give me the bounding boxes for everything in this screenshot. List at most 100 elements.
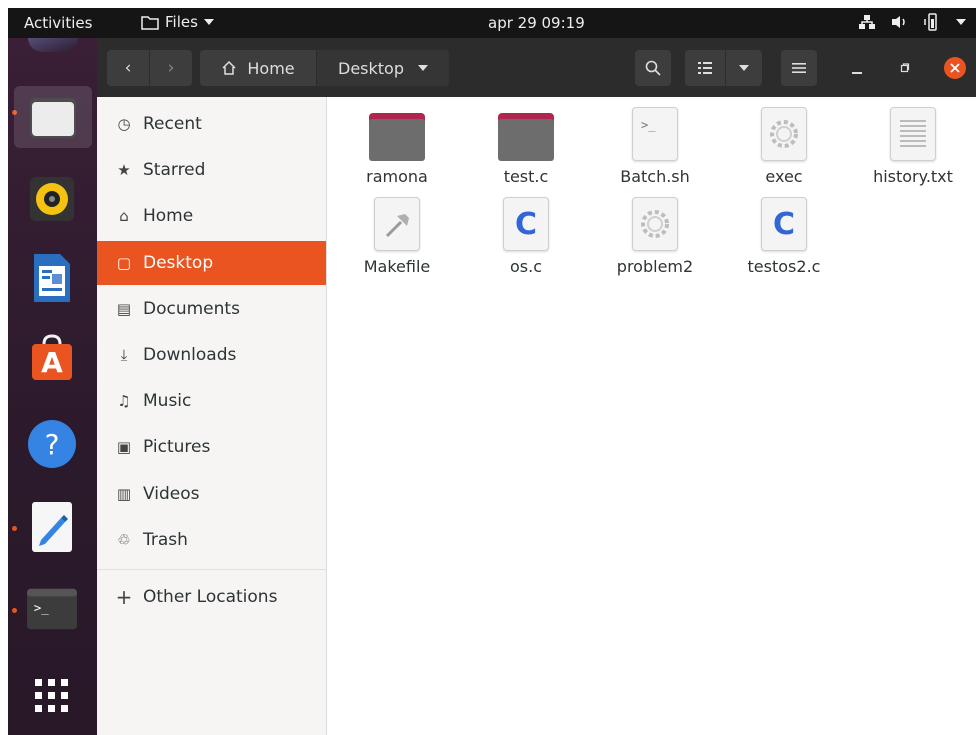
app-grid-icon <box>35 679 68 712</box>
dock-files[interactable] <box>14 86 92 148</box>
rhythmbox-icon <box>30 177 74 221</box>
dock-terminal[interactable]: >_ <box>26 583 78 635</box>
dock-help[interactable]: ? <box>26 418 78 470</box>
sidebar-item-other-locations[interactable]: + Other Locations <box>97 575 326 619</box>
text-file-icon <box>890 107 936 161</box>
sidebar-item-label: Home <box>143 206 194 226</box>
file-name: Batch.sh <box>620 167 690 186</box>
sidebar-item-label: Desktop <box>143 253 214 273</box>
chevron-down-icon <box>739 65 749 71</box>
file-name: test.c <box>503 167 549 186</box>
sidebar-item-downloads[interactable]: ⤓ Downloads <box>97 333 326 377</box>
clock-icon: ◷ <box>117 115 131 133</box>
sidebar-item-starred[interactable]: ★ Starred <box>97 148 326 192</box>
sidebar-item-label: Recent <box>143 114 202 134</box>
folder-icon <box>498 113 554 161</box>
home-icon <box>222 60 236 75</box>
files-app-icon <box>30 98 76 138</box>
chevron-left-icon: ‹ <box>124 58 132 78</box>
back-button[interactable]: ‹ <box>107 50 149 86</box>
activities-button[interactable]: Activities <box>24 14 92 32</box>
dock-rhythmbox[interactable] <box>26 173 78 225</box>
script-file-icon: >_ <box>632 107 678 161</box>
file-item[interactable]: Makefile <box>342 195 452 276</box>
sidebar-item-label: Downloads <box>143 345 237 365</box>
sidebar-item-desktop[interactable]: ▢ Desktop <box>97 241 326 285</box>
trash-icon: ♲ <box>117 531 131 549</box>
writer-icon <box>34 254 70 302</box>
path-home-button[interactable]: Home <box>200 50 316 86</box>
file-item[interactable]: C testos2.c <box>729 195 839 276</box>
file-view[interactable]: ramona test.c >_ Batch.sh exec history.t… <box>327 97 976 735</box>
view-options-button[interactable] <box>726 50 762 86</box>
app-menu[interactable]: Files <box>141 13 214 31</box>
restore-button[interactable] <box>887 50 923 86</box>
close-button[interactable] <box>938 50 972 86</box>
sidebar-divider <box>97 569 326 570</box>
file-item[interactable]: ramona <box>342 105 452 186</box>
path-home-label: Home <box>247 58 295 78</box>
document-icon: ▤ <box>116 300 132 318</box>
c-source-icon: C <box>503 197 549 251</box>
terminal-icon: >_ <box>26 588 78 630</box>
file-name: history.txt <box>873 167 953 186</box>
restore-icon <box>900 63 910 73</box>
music-icon: ♫ <box>117 392 131 410</box>
sidebar-item-recent[interactable]: ◷ Recent <box>97 102 326 146</box>
c-source-icon: C <box>761 197 807 251</box>
file-item[interactable]: test.c <box>471 105 581 186</box>
file-item[interactable]: >_ Batch.sh <box>600 105 710 186</box>
sidebar-item-documents[interactable]: ▤ Documents <box>97 287 326 331</box>
sidebar-item-label: Pictures <box>143 437 211 457</box>
sidebar-item-videos[interactable]: ▥ Videos <box>97 472 326 516</box>
dock-writer[interactable] <box>26 252 78 304</box>
chevron-down-icon <box>956 19 966 25</box>
sidebar-item-pictures[interactable]: ▣ Pictures <box>97 425 326 469</box>
dock-top-app-partial <box>28 38 78 52</box>
sidebar-item-label: Videos <box>143 484 200 504</box>
hamburger-icon <box>792 63 806 73</box>
show-applications-button[interactable] <box>26 670 78 722</box>
desktop-icon: ▢ <box>116 254 132 272</box>
sidebar-item-home[interactable]: ⌂ Home <box>97 194 326 238</box>
file-item[interactable]: C os.c <box>471 195 581 276</box>
minimize-icon <box>852 72 862 74</box>
file-name: exec <box>765 167 803 186</box>
search-button[interactable] <box>635 50 671 86</box>
menu-button[interactable] <box>781 50 817 86</box>
places-sidebar: ◷ Recent ★ Starred ⌂ Home ▢ Desktop ▤ Do… <box>97 97 327 735</box>
executable-icon <box>761 107 807 161</box>
svg-text:?: ? <box>45 428 60 461</box>
sidebar-item-music[interactable]: ♫ Music <box>97 379 326 423</box>
dock-text-editor[interactable] <box>26 501 78 553</box>
software-store-icon: A <box>32 334 72 380</box>
view-list-button[interactable] <box>685 50 725 86</box>
file-item[interactable]: exec <box>729 105 839 186</box>
chevron-down-icon <box>203 19 214 25</box>
file-item[interactable]: history.txt <box>858 105 968 186</box>
svg-text:A: A <box>41 346 63 379</box>
minimize-button[interactable] <box>839 50 875 86</box>
sidebar-item-label: Other Locations <box>143 587 278 607</box>
top-bar: Activities Files apr 29 09:19 <box>8 8 976 38</box>
file-item[interactable]: problem2 <box>600 195 710 276</box>
system-tray[interactable] <box>858 13 966 31</box>
executable-icon <box>632 197 678 251</box>
sidebar-item-trash[interactable]: ♲ Trash <box>97 518 326 562</box>
list-view-icon <box>698 62 712 74</box>
path-current-button[interactable]: Desktop <box>317 50 449 86</box>
svg-text:>_: >_ <box>34 600 50 615</box>
running-indicator <box>12 526 17 531</box>
dock-software[interactable]: A <box>26 332 78 384</box>
help-icon: ? <box>28 420 76 468</box>
clock[interactable]: apr 29 09:19 <box>488 14 585 32</box>
dock: A ? >_ <box>8 38 97 735</box>
file-name: Makefile <box>363 257 431 276</box>
text-editor-icon <box>32 502 72 552</box>
forward-button[interactable]: › <box>150 50 192 86</box>
sidebar-item-label: Starred <box>143 160 206 180</box>
chevron-down-icon <box>417 65 428 71</box>
sidebar-item-label: Documents <box>143 299 240 319</box>
running-indicator <box>12 608 17 613</box>
star-icon: ★ <box>117 161 131 179</box>
